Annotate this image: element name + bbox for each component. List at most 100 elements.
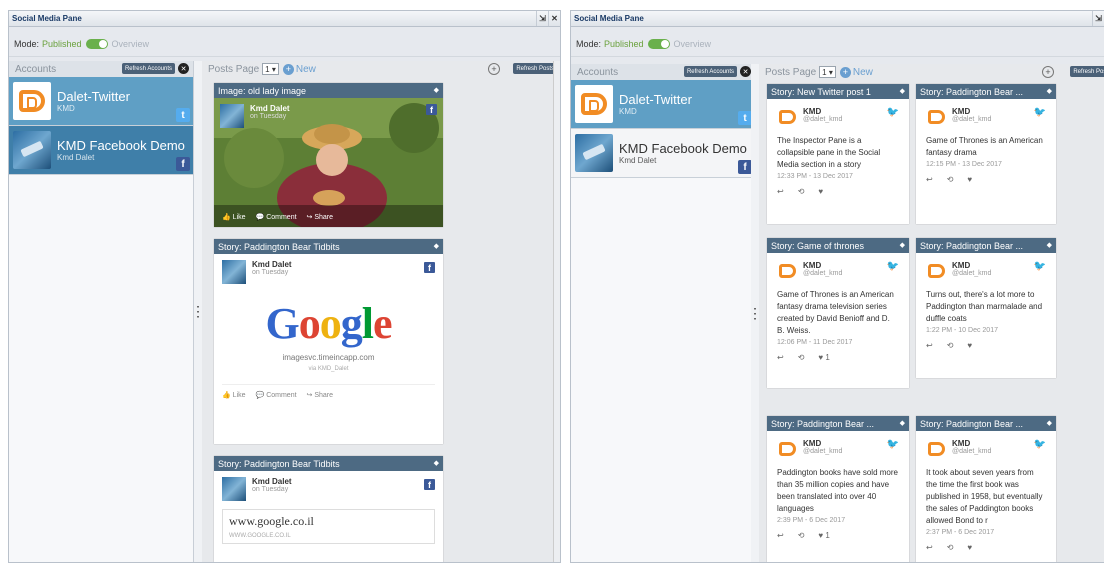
author-name: Kmd Dalet (252, 477, 292, 486)
tweet-handle: @dalet_kmd (803, 270, 843, 277)
account-item-dalet-twitter[interactable]: Dalet-Twitter KMD t (9, 77, 193, 126)
tweet-card[interactable]: Story: New Twitter post 1 ◆ KMD @dalet_km… (767, 84, 909, 224)
story-header[interactable]: Story: Paddington Bear ... ◆ (916, 238, 1056, 253)
pane-title: Social Media Pane (574, 14, 644, 23)
add-circle-icon[interactable]: + (488, 63, 500, 75)
mode-label: Mode: (14, 38, 40, 49)
tweet-handle: @dalet_kmd (952, 448, 992, 455)
like-button[interactable]: 👍 Like (222, 213, 246, 221)
social-media-pane-right: Social Media Pane ⇲ Mode: Published Over… (570, 10, 1104, 563)
reply-icon[interactable]: ↩ (926, 341, 933, 350)
expand-arrow-icon[interactable]: ◆ (1047, 416, 1052, 431)
twitter-bird-icon: 🐦 (1033, 107, 1046, 118)
dalet-logo-icon (926, 261, 946, 281)
twitter-bird-icon: 🐦 (886, 261, 899, 272)
expand-arrow-icon[interactable]: ◆ (434, 456, 439, 471)
retweet-icon[interactable]: ⟲ (947, 175, 954, 184)
reply-icon[interactable]: ↩ (777, 531, 784, 540)
like-icon[interactable]: ♥ (967, 341, 972, 350)
story-header[interactable]: Story: Paddington Bear Tidbits ◆ (214, 456, 443, 471)
story-header[interactable]: Image: old lady image ◆ (214, 83, 443, 98)
posts-scrollbar[interactable] (553, 61, 560, 562)
account-item-kmd-facebook[interactable]: KMD Facebook Demo Kmd Dalet f (571, 129, 755, 178)
like-icon[interactable]: ♥ (818, 187, 823, 196)
expand-arrow-icon[interactable]: ◆ (1047, 84, 1052, 99)
like-button[interactable]: 👍 Like (222, 391, 246, 399)
reply-icon[interactable]: ↩ (926, 543, 933, 552)
like-count: 1 (825, 531, 830, 540)
retweet-icon[interactable]: ⟲ (798, 187, 805, 196)
posts-page-label: Posts Page (765, 66, 817, 78)
expand-arrow-icon[interactable]: ◆ (1047, 238, 1052, 253)
mode-published: Published (604, 38, 644, 49)
tweet-card[interactable]: Story: Paddington Bear ... ◆ KMD @dalet_k… (916, 416, 1056, 562)
post-card-google[interactable]: Story: Paddington Bear Tidbits ◆ Kmd Dale… (214, 239, 443, 444)
close-icon[interactable]: ✕ (548, 11, 560, 26)
like-icon[interactable]: ♥ 1 (818, 531, 829, 540)
expand-arrow-icon[interactable]: ◆ (900, 84, 905, 99)
retweet-icon[interactable]: ⟲ (947, 543, 954, 552)
page-select[interactable]: 1 ▾ (819, 66, 836, 78)
story-header[interactable]: Story: New Twitter post 1 ◆ (767, 84, 909, 99)
page-select[interactable]: 1 ▾ (262, 63, 279, 75)
dalet-logo-icon (777, 261, 797, 281)
expand-arrow-icon[interactable]: ◆ (900, 416, 905, 431)
link-preview[interactable]: www.google.co.il WWW.GOOGLE.CO.IL (222, 509, 435, 544)
accounts-close-icon[interactable]: ✕ (178, 63, 189, 74)
tweet-card[interactable]: Story: Game of thrones ◆ KMD @dalet_kmd 🐦… (767, 238, 909, 388)
share-button[interactable]: ↪ Share (307, 213, 334, 221)
refresh-accounts-button[interactable]: Refresh Accounts (683, 66, 737, 77)
add-circle-icon[interactable]: + (1042, 66, 1054, 78)
mode-toggle[interactable] (85, 38, 108, 49)
account-item-kmd-facebook[interactable]: KMD Facebook Demo Kmd Dalet f (9, 126, 193, 175)
post-card-image[interactable]: Image: old lady image ◆ Kmd Dalet on Tue… (214, 83, 443, 227)
expand-arrow-icon[interactable]: ◆ (900, 238, 905, 253)
reply-icon[interactable]: ↩ (777, 353, 784, 362)
retweet-icon[interactable]: ⟲ (947, 341, 954, 350)
new-post-button[interactable]: + New (839, 66, 873, 78)
comment-button[interactable]: 💬 Comment (256, 213, 297, 221)
share-button[interactable]: ↪ Share (307, 391, 334, 399)
refresh-accounts-button[interactable]: Refresh Accounts (121, 63, 175, 74)
reply-icon[interactable]: ↩ (777, 187, 784, 196)
plus-icon: + (839, 66, 851, 78)
refresh-posts-button[interactable]: Refresh Posts (513, 63, 557, 74)
retweet-icon[interactable]: ⟲ (798, 353, 805, 362)
pin-icon[interactable]: ⇲ (536, 11, 548, 26)
expand-arrow-icon[interactable]: ◆ (434, 239, 439, 254)
new-post-button[interactable]: + New (282, 63, 316, 75)
retweet-icon[interactable]: ⟲ (798, 531, 805, 540)
like-icon[interactable]: ♥ (967, 543, 972, 552)
tweet-card[interactable]: Story: Paddington Bear ... ◆ KMD @dalet_k… (767, 416, 909, 562)
story-header[interactable]: Story: Game of thrones ◆ (767, 238, 909, 253)
mode-toggle[interactable] (647, 38, 670, 49)
account-item-dalet-twitter[interactable]: Dalet-Twitter KMD t (571, 80, 755, 129)
tweet-time: 2:39 PM - 6 Dec 2017 (777, 517, 846, 524)
tweet-time: 2:37 PM - 6 Dec 2017 (926, 529, 995, 536)
link-host[interactable]: imagesvc.timeincapp.com (214, 353, 443, 362)
plus-icon: + (282, 63, 294, 75)
story-header[interactable]: Story: Paddington Bear ... ◆ (916, 416, 1056, 431)
pin-icon[interactable]: ⇲ (1092, 11, 1104, 26)
story-header[interactable]: Story: Paddington Bear ... ◆ (767, 416, 909, 431)
tweet-card[interactable]: Story: Paddington Bear ... ◆ KMD @dalet_k… (916, 238, 1056, 378)
refresh-posts-button[interactable]: Refresh Posts (1070, 66, 1104, 77)
accounts-close-icon[interactable]: ✕ (740, 66, 751, 77)
like-icon[interactable]: ♥ (967, 175, 972, 184)
facebook-icon: f (176, 157, 190, 171)
comment-button[interactable]: 💬 Comment (256, 391, 297, 399)
reply-icon[interactable]: ↩ (926, 175, 933, 184)
account-sub: KMD (619, 106, 637, 116)
story-header[interactable]: Story: Paddington Bear ... ◆ (916, 84, 1056, 99)
account-sub: KMD (57, 103, 75, 113)
splitter-handle[interactable]: ⋮ (191, 61, 205, 562)
like-icon[interactable]: ♥ 1 (818, 353, 829, 362)
story-header[interactable]: Story: Paddington Bear Tidbits ◆ (214, 239, 443, 254)
expand-arrow-icon[interactable]: ◆ (434, 83, 439, 98)
post-card-link[interactable]: Story: Paddington Bear Tidbits ◆ Kmd Dale… (214, 456, 443, 562)
accounts-header: Accounts Refresh Accounts ✕ (9, 61, 193, 77)
twitter-bird-icon: 🐦 (886, 107, 899, 118)
tweet-card[interactable]: Story: Paddington Bear ... ◆ KMD @dalet_k… (916, 84, 1056, 224)
post-time: on Tuesday (250, 113, 287, 120)
splitter-handle[interactable]: ⋮ (748, 64, 762, 562)
